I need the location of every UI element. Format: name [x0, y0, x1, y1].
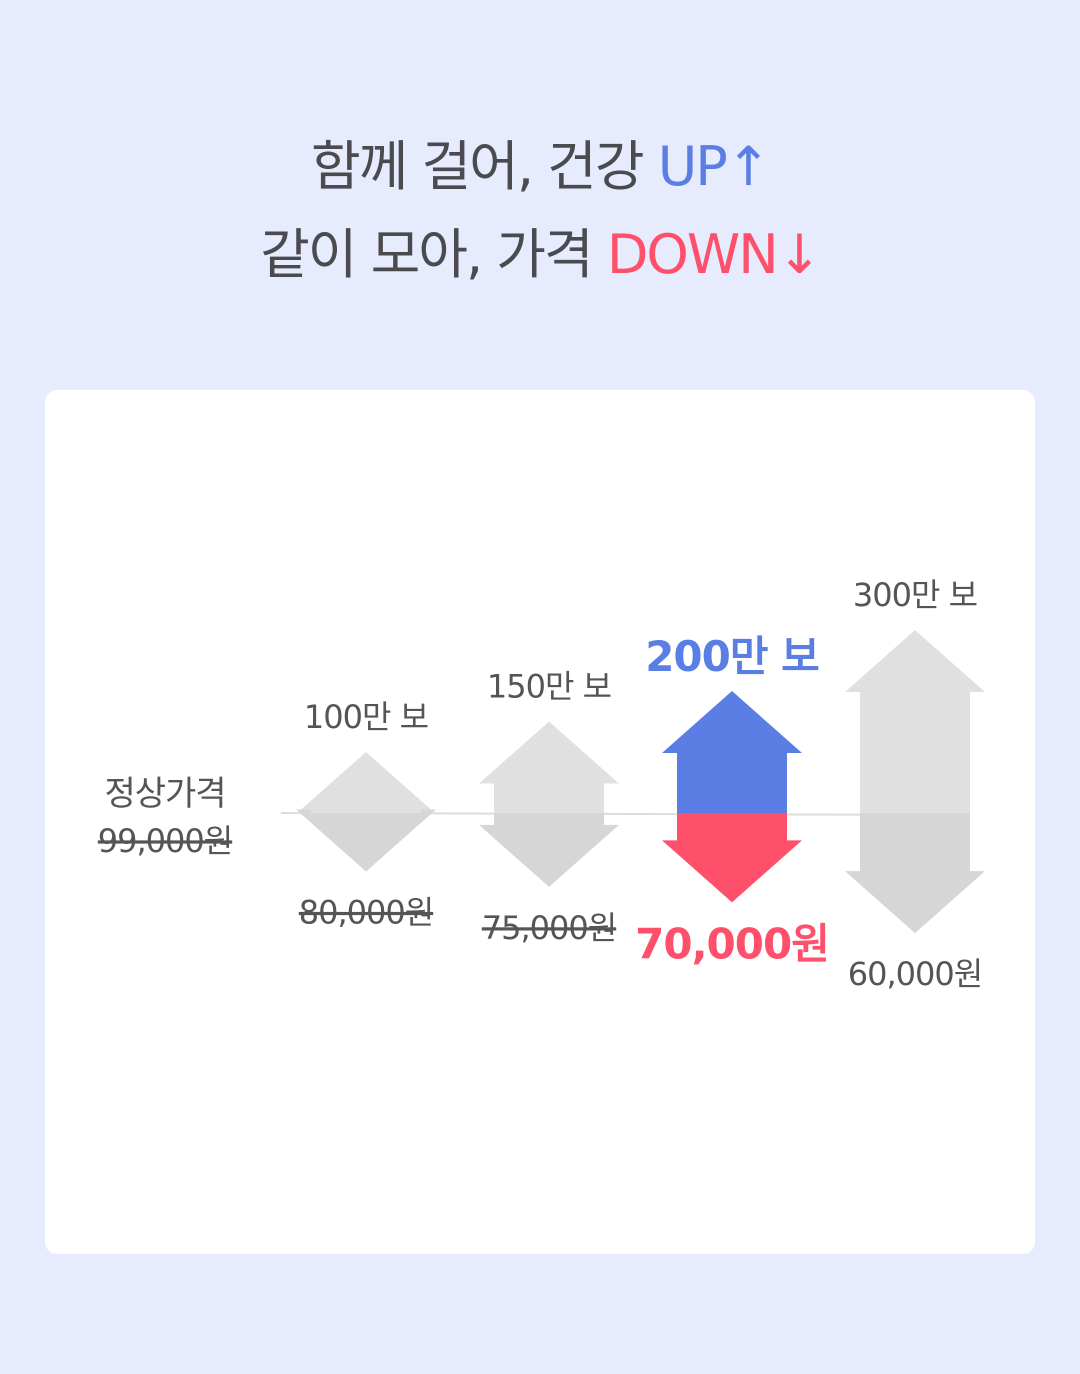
steps-arrow-up-2 — [662, 691, 802, 813]
steps-arrow-up-1 — [479, 721, 619, 813]
price-arrow-down-0 — [296, 809, 436, 872]
price-arrow-down-1 — [479, 813, 619, 887]
steps-arrow-up-3 — [845, 630, 985, 813]
price-label-2: 70,000원 — [635, 919, 829, 968]
steps-arrow-up-0 — [296, 752, 436, 814]
price-arrow-down-2 — [662, 813, 802, 903]
steps-label-3: 300만 보 — [853, 576, 977, 614]
price-step-chart: 정상가격 99,000원 100만 보 80,000원 150만 보 75,000원 200… — [98, 576, 985, 993]
price-label-0: 80,000원 — [299, 894, 433, 932]
price-label-3: 60,000원 — [848, 955, 982, 993]
baseline-price: 99,000원 — [98, 822, 232, 860]
price-label-1: 75,000원 — [482, 909, 616, 947]
steps-label-1: 150만 보 — [487, 668, 611, 706]
baseline-label: 정상가격 — [104, 774, 225, 814]
steps-label-2: 200만 보 — [645, 632, 819, 681]
price-arrow-down-3 — [845, 813, 985, 934]
steps-label-0: 100만 보 — [304, 698, 428, 736]
